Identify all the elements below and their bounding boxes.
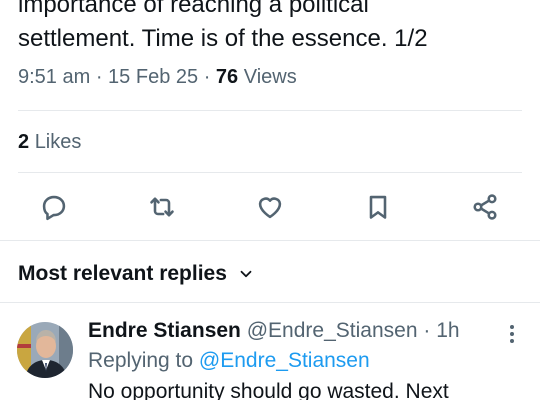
retweet-icon (150, 197, 174, 217)
more-options-button[interactable] (500, 322, 524, 346)
avatar-image (17, 322, 73, 378)
reply-header: Endre Stiansen @Endre_Stiansen · 1h (88, 319, 460, 343)
divider (18, 172, 522, 173)
meta-separator: · (203, 66, 216, 88)
bookmark-icon (369, 195, 387, 219)
likes-link[interactable]: 2 Likes (18, 131, 81, 154)
reply-author-name[interactable]: Endre Stiansen (88, 319, 241, 342)
avatar[interactable] (17, 322, 73, 378)
like-button[interactable] (251, 188, 289, 226)
replies-sort-dropdown[interactable]: Most relevant replies (18, 262, 255, 286)
heart-icon (258, 197, 282, 219)
replying-to: Replying to @Endre_Stiansen (88, 349, 370, 373)
tweet-text-line-1: importance of reaching a political (18, 0, 369, 18)
share-button[interactable] (466, 188, 504, 226)
replying-to-mention[interactable]: @Endre_Stiansen (199, 349, 370, 372)
likes-label: Likes (34, 131, 82, 153)
tweet-meta: 9:51 am · 15 Feb 25 · 76 Views (18, 66, 297, 89)
reply-text: No opportunity should go wasted. Next (88, 380, 449, 400)
reply-button[interactable] (35, 188, 73, 226)
likes-count: 2 (18, 131, 30, 153)
views-label: Views (243, 66, 297, 88)
bookmark-button[interactable] (359, 188, 397, 226)
dot (510, 332, 514, 336)
divider (18, 110, 522, 111)
tweet-action-bar (0, 188, 540, 226)
replying-to-prefix: Replying to (88, 349, 194, 372)
retweet-button[interactable] (143, 188, 181, 226)
tweet-body: importance of reaching a political settl… (18, 0, 528, 56)
divider (0, 240, 540, 241)
tweet-date[interactable]: 15 Feb 25 (108, 66, 198, 88)
reply-age[interactable]: 1h (436, 319, 459, 342)
chevron-down-icon (240, 270, 252, 278)
dot (510, 325, 514, 329)
share-icon (473, 194, 497, 220)
divider (0, 302, 540, 303)
meta-separator: · (95, 66, 109, 88)
dot (510, 339, 514, 343)
reply-icon (42, 195, 66, 221)
replies-sort-label: Most relevant replies (18, 262, 227, 285)
tweet-time[interactable]: 9:51 am (18, 66, 90, 88)
views-count: 76 (215, 66, 239, 88)
meta-separator: · (423, 319, 431, 342)
reply-author-handle[interactable]: @Endre_Stiansen (247, 319, 418, 342)
tweet-text-line-2: settlement. Time is of the essence. 1/2 (18, 25, 428, 52)
